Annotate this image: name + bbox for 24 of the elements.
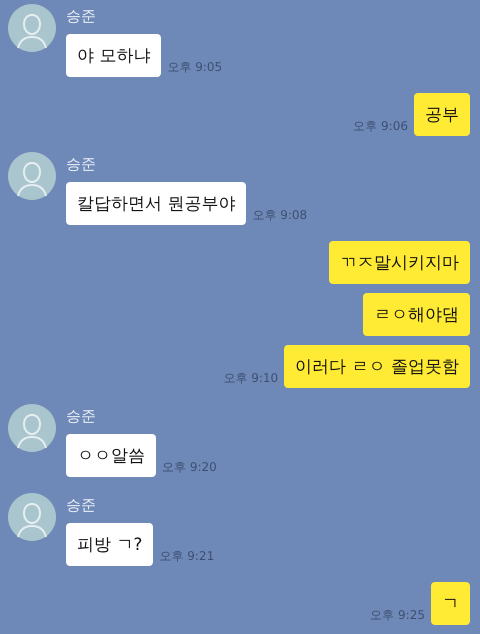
message-bubble: ㄲㅈ말시키지마: [329, 241, 470, 284]
message-bubble: 피방 ㄱ?: [66, 523, 154, 566]
message-time: 오후 9:08: [252, 207, 308, 224]
message-time: 오후 9:05: [167, 59, 222, 76]
avatar-icon: [8, 404, 56, 452]
avatar-icon: [8, 4, 56, 52]
sender-name: 승준: [66, 154, 96, 174]
message-bubble: 공부: [414, 93, 470, 136]
message-bubble: ㄹㅇ해야댐: [363, 293, 470, 336]
message-bubble: ㄱ: [431, 582, 470, 625]
sender-name: 승준: [66, 406, 96, 426]
message-time: 오후 9:06: [353, 118, 408, 135]
message-bubble: 이러다 ㄹㅇ 졸업못함: [284, 345, 470, 388]
avatar-icon: [8, 493, 56, 541]
message-bubble: 야 모하냐: [66, 34, 162, 77]
message-time: 오후 9:10: [223, 370, 278, 387]
message-time: 오후 9:21: [159, 548, 214, 565]
message-bubble: 칼답하면서 뭔공부야: [66, 182, 246, 225]
sender-name: 승준: [66, 6, 96, 26]
avatar-icon: [8, 152, 56, 200]
sender-name: 승준: [66, 495, 96, 515]
message-bubble: ㅇㅇ알씀: [66, 434, 156, 477]
message-time: 오후 9:20: [162, 459, 217, 476]
message-time: 오후 9:25: [370, 607, 425, 624]
